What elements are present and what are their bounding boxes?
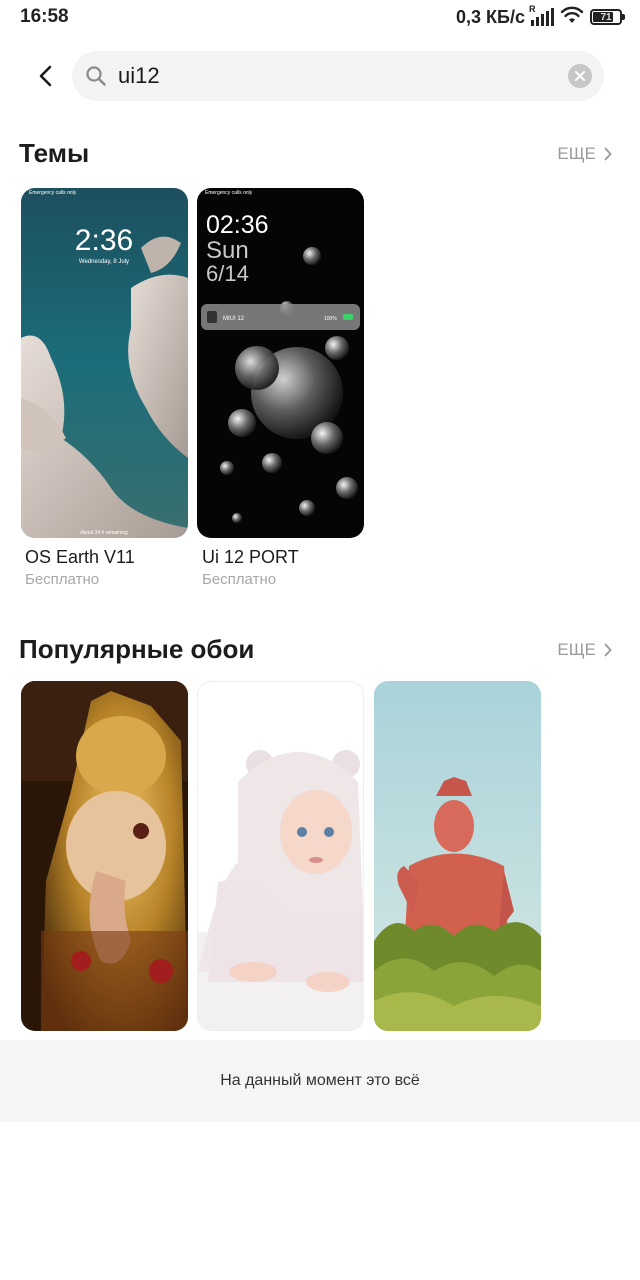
search-icon <box>86 66 106 86</box>
preview-bottom-text: About 34 h remaining <box>80 530 128 536</box>
theme-price: Бесплатно <box>25 571 100 588</box>
end-of-results-footer: На данный момент это всё <box>0 1040 640 1122</box>
theme-card-os-earth[interactable]: Emergency calls only 2:36 Wednesday, 8 J… <box>21 188 188 538</box>
wallpaper-image <box>374 681 541 1031</box>
theme-preview-image: Emergency calls only 02:36 Sun 6/14 MIUI… <box>197 188 364 538</box>
status-icons: 0,3 КБ/с R 71 <box>456 4 625 30</box>
end-of-results-text: На данный момент это всё <box>220 1072 420 1089</box>
chevron-right-icon <box>604 147 612 161</box>
preview-notif-value: 100% <box>324 316 337 322</box>
wallpaper-card[interactable] <box>21 681 188 1031</box>
wifi-icon <box>560 5 584 30</box>
chevron-right-icon <box>604 643 612 657</box>
back-arrow-icon <box>39 65 52 87</box>
preview-clock: 2:36 <box>75 224 133 257</box>
status-bar: 16:58 0,3 КБ/с R 71 <box>0 0 640 34</box>
theme-price: Бесплатно <box>202 571 277 588</box>
wallpapers-section-title: Популярные обои <box>19 634 255 664</box>
theme-name[interactable]: Ui 12 PORT <box>202 547 299 568</box>
search-query[interactable]: ui12 <box>118 63 160 89</box>
theme-card-ui12-port[interactable]: Emergency calls only 02:36 Sun 6/14 MIUI… <box>197 188 364 538</box>
network-speed: 0,3 КБ/с <box>456 6 525 27</box>
wallpaper-card[interactable] <box>374 681 541 1031</box>
theme-name[interactable]: OS Earth V11 <box>25 547 135 568</box>
preview-date: Wednesday, 8 July <box>79 259 129 265</box>
preview-status-text: Emergency calls only <box>205 190 253 196</box>
preview-day: Sun <box>206 237 249 264</box>
clear-search-button[interactable] <box>568 64 592 88</box>
theme-preview-image: Emergency calls only 2:36 Wednesday, 8 J… <box>21 188 188 538</box>
close-icon <box>575 71 585 81</box>
wallpapers-more-link[interactable]: ЕЩЕ <box>557 640 612 660</box>
wallpaper-card[interactable] <box>197 681 364 1031</box>
wallpaper-image <box>21 681 188 1031</box>
battery-icon: 71 <box>590 9 625 25</box>
preview-clock: 02:36 <box>206 211 269 239</box>
search-input[interactable]: ui12 <box>72 51 604 101</box>
themes-more-label: ЕЩЕ <box>557 144 596 163</box>
preview-notif-title: MIUI 12 <box>223 316 245 322</box>
wallpapers-more-label: ЕЩЕ <box>557 640 596 659</box>
preview-status-text: Emergency calls only <box>29 190 77 196</box>
battery-level: 71 <box>600 11 612 23</box>
preview-date: 6/14 <box>206 261 249 286</box>
themes-section-title: Темы <box>19 138 90 168</box>
status-time: 16:58 <box>20 6 69 27</box>
roaming-label: R <box>529 4 536 14</box>
signal-icon: R <box>529 4 554 26</box>
themes-more-link[interactable]: ЕЩЕ <box>557 144 612 164</box>
wallpaper-image <box>198 682 363 1030</box>
back-button[interactable] <box>28 58 64 94</box>
